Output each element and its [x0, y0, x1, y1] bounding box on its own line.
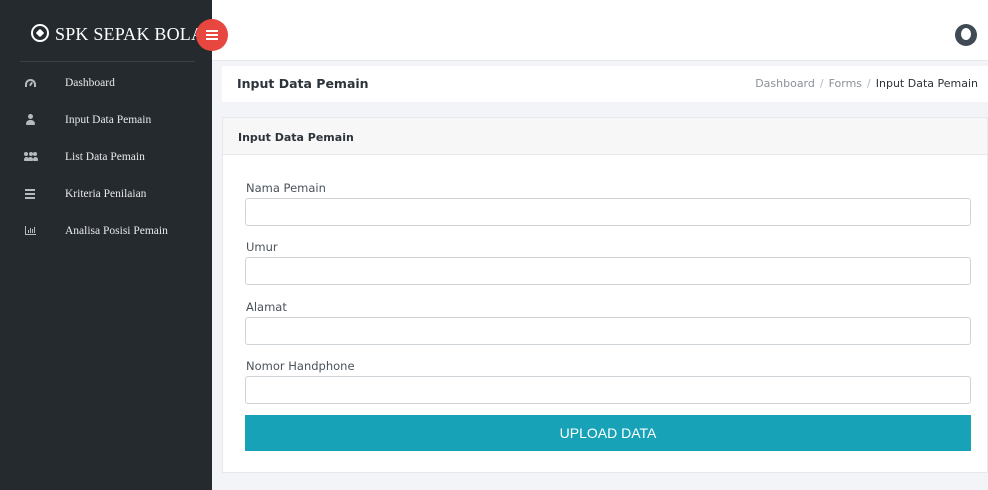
- sidebar-item-label: Dashboard: [65, 76, 115, 89]
- breadcrumb-separator: /: [867, 77, 871, 90]
- nama-pemain-label: Nama Pemain: [246, 181, 326, 195]
- bar-chart-icon: [24, 225, 36, 237]
- user-avatar-icon[interactable]: [955, 24, 977, 46]
- nomor-handphone-label: Nomor Handphone: [246, 359, 355, 373]
- sidebar-item-label: Input Data Pemain: [65, 113, 152, 126]
- umur-label: Umur: [246, 240, 278, 254]
- topbar: [212, 0, 988, 61]
- brand-title: SPK SEPAK BOLA: [55, 24, 205, 44]
- card-title: Input Data Pemain: [238, 131, 354, 144]
- sidebar-item-input-data-pemain[interactable]: Input Data Pemain: [0, 101, 212, 138]
- users-icon: [23, 151, 38, 163]
- sidebar-item-kriteria-penilaian[interactable]: Kriteria Penilaian: [0, 175, 212, 212]
- brand[interactable]: SPK SEPAK BOLA: [0, 10, 212, 62]
- sidebar-item-list-data-pemain[interactable]: List Data Pemain: [0, 138, 212, 175]
- breadcrumb-current: Input Data Pemain: [875, 77, 978, 90]
- menu-toggle-button[interactable]: [196, 19, 228, 51]
- user-icon: [24, 114, 36, 126]
- page-header: Input Data Pemain Dashboard / Forms / In…: [222, 66, 988, 102]
- alamat-input[interactable]: [245, 317, 971, 345]
- list-icon: [24, 188, 36, 200]
- sidebar-item-label: Analisa Posisi Pemain: [65, 224, 168, 237]
- soccer-ball-icon: [31, 24, 49, 42]
- alamat-label: Alamat: [246, 300, 287, 314]
- sidebar-item-analisa-posisi-pemain[interactable]: Analisa Posisi Pemain: [0, 212, 212, 249]
- nama-pemain-input[interactable]: [245, 198, 971, 226]
- sidebar: SPK SEPAK BOLA Dashboard Input Data Pema…: [0, 0, 212, 490]
- breadcrumb-separator: /: [819, 77, 824, 90]
- dashboard-icon: [24, 77, 36, 89]
- sidebar-item-dashboard[interactable]: Dashboard: [0, 64, 212, 101]
- menu-icon: [206, 30, 218, 40]
- card-header: Input Data Pemain: [223, 118, 987, 155]
- sidebar-item-label: Kriteria Penilaian: [65, 187, 147, 200]
- form-card: Input Data Pemain Nama Pemain Umur Alama…: [222, 117, 988, 473]
- page-title: Input Data Pemain: [237, 76, 369, 91]
- upload-data-button[interactable]: UPLOAD DATA: [245, 415, 971, 451]
- sidebar-item-label: List Data Pemain: [65, 150, 145, 163]
- breadcrumb: Dashboard / Forms / Input Data Pemain: [755, 77, 978, 90]
- divider: [20, 61, 195, 62]
- sidebar-nav: Dashboard Input Data Pemain List Data Pe…: [0, 64, 212, 249]
- breadcrumb-forms[interactable]: Forms: [829, 77, 862, 90]
- nomor-handphone-input[interactable]: [245, 376, 971, 404]
- umur-input[interactable]: [245, 257, 971, 285]
- breadcrumb-dashboard[interactable]: Dashboard: [755, 77, 815, 90]
